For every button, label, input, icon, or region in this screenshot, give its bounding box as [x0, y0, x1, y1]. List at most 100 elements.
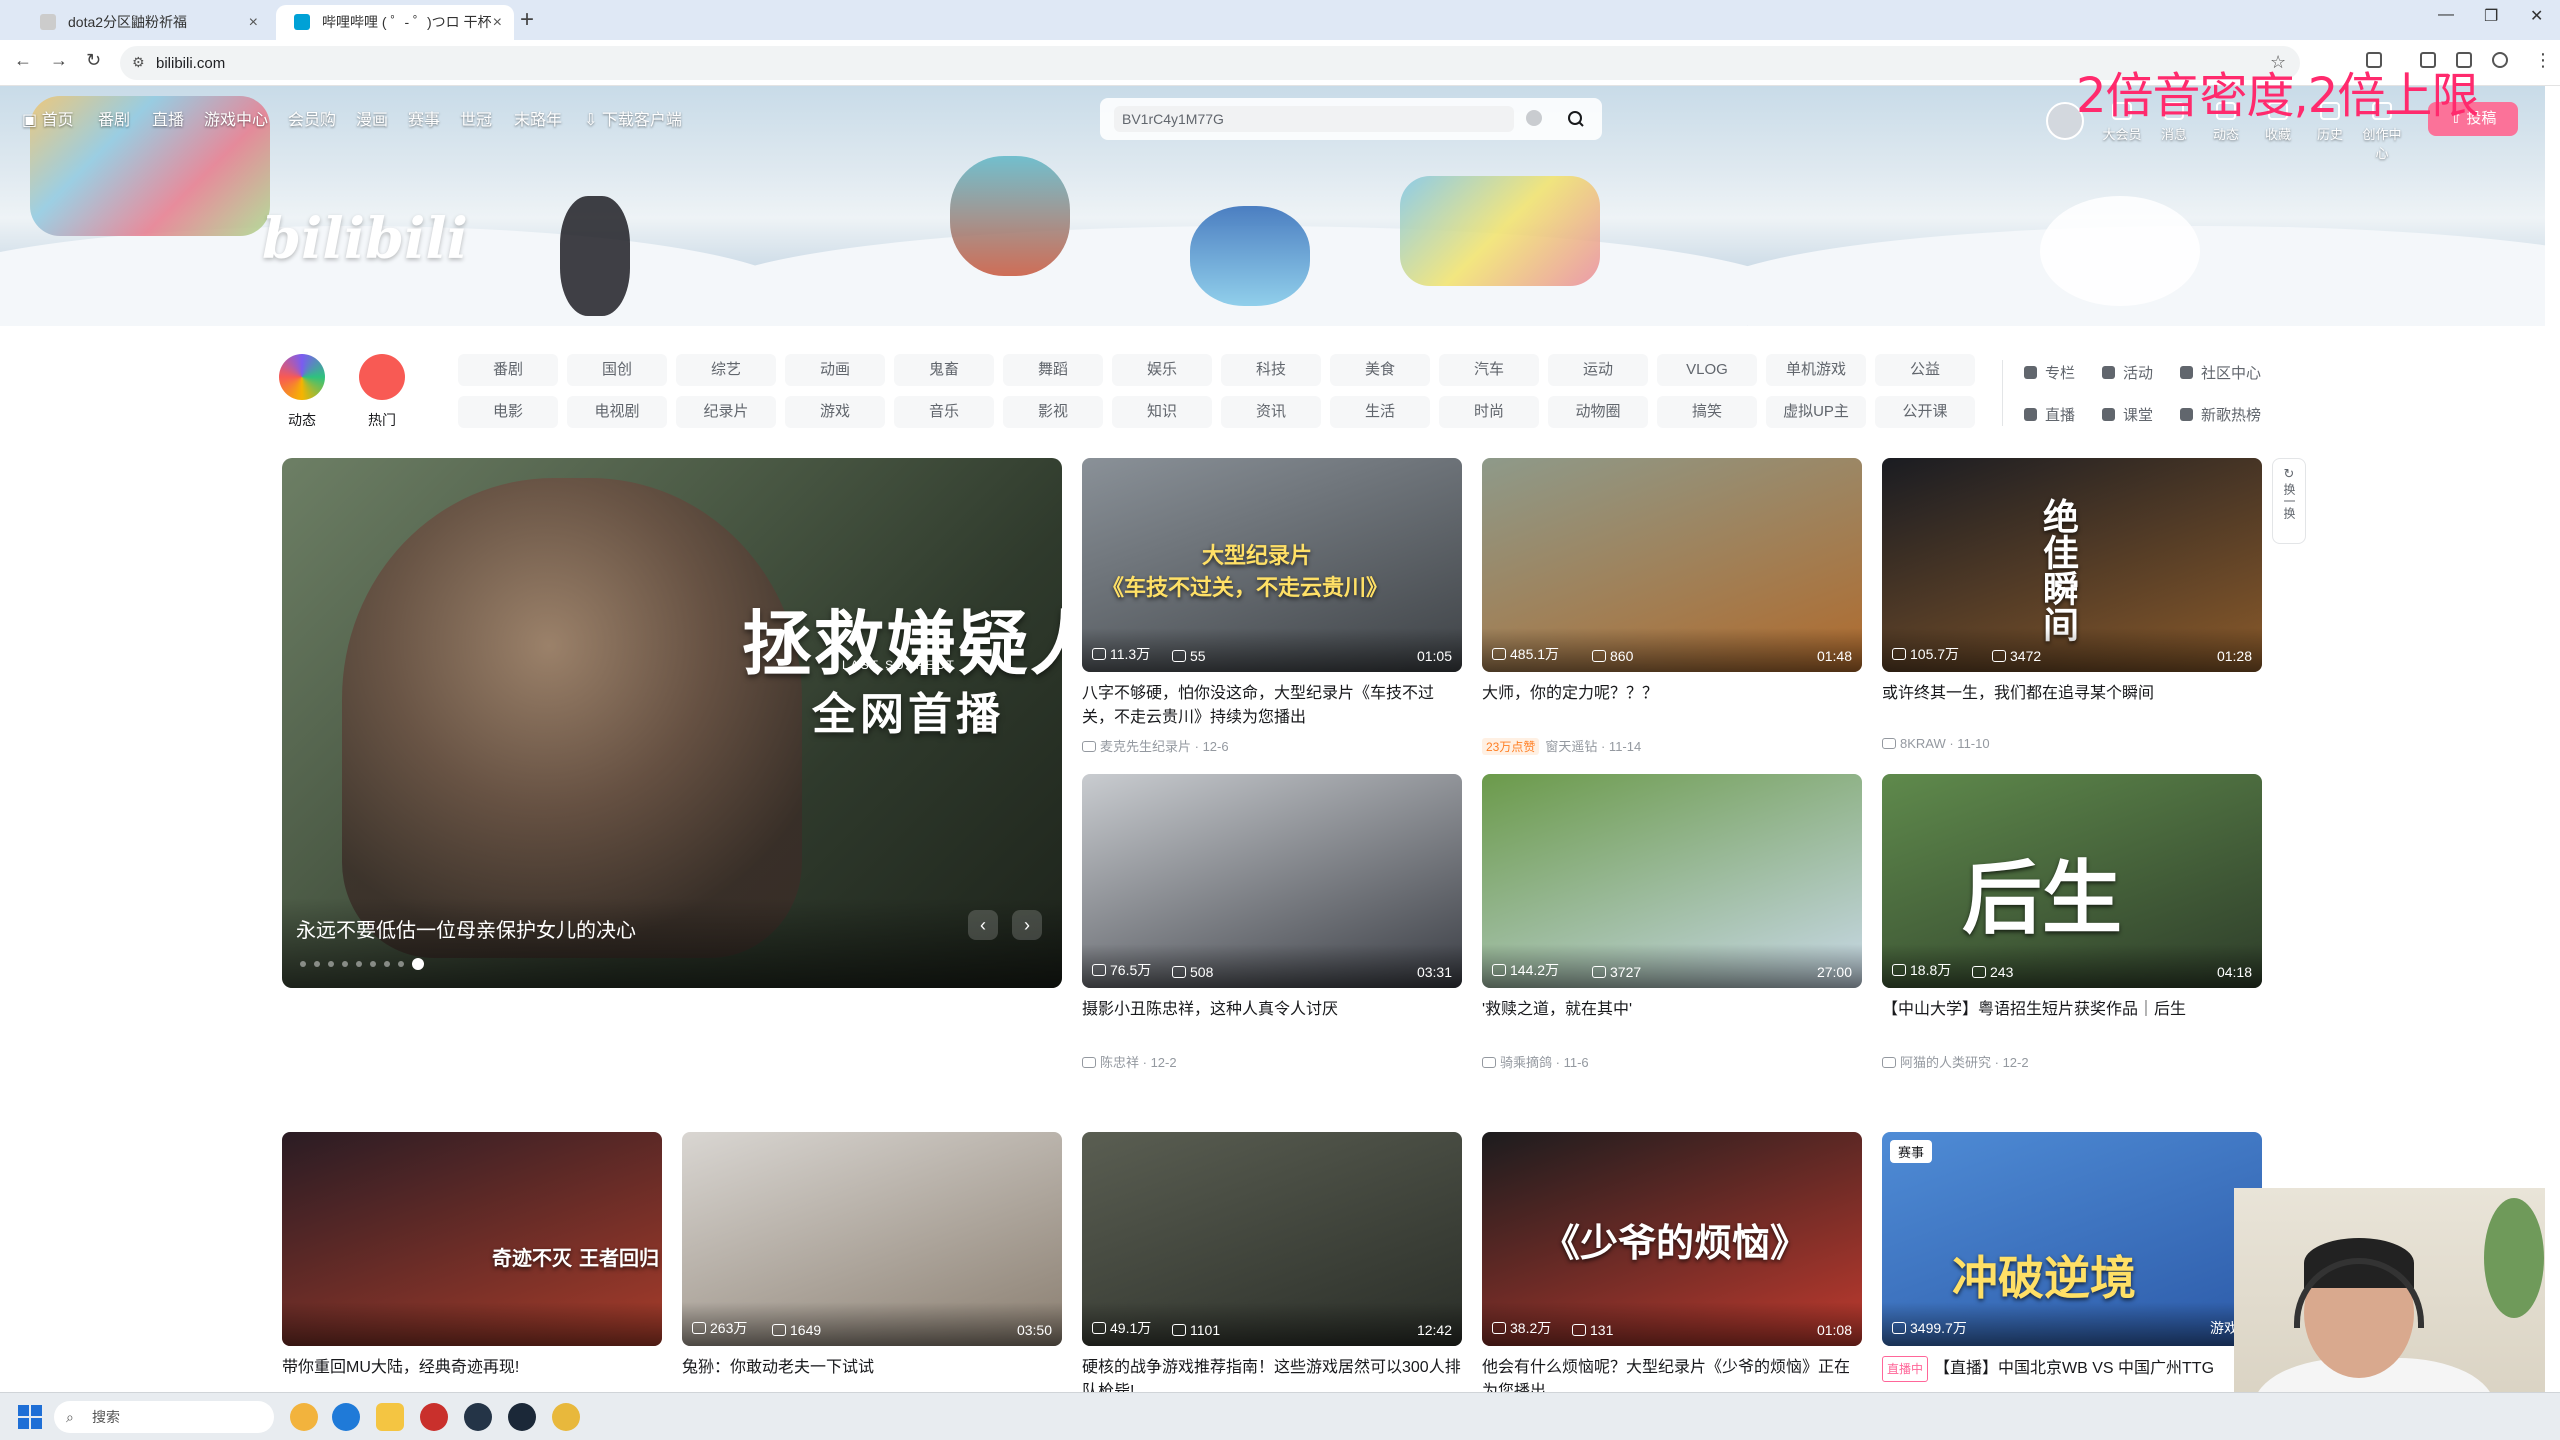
- channel-button[interactable]: 舞蹈: [1003, 354, 1103, 386]
- video-title[interactable]: 大师，你的定力呢？？？: [1482, 682, 1862, 730]
- carousel-dot[interactable]: [314, 961, 320, 967]
- channel-button[interactable]: 科技: [1221, 354, 1321, 386]
- channel-button[interactable]: 动物圈: [1548, 396, 1648, 428]
- nav-manga[interactable]: 漫画: [356, 106, 388, 130]
- nav-event[interactable]: 末路年: [514, 106, 562, 130]
- channel-column-link[interactable]: 专栏: [2024, 362, 2075, 383]
- video-card[interactable]: 76.5万 508 03:31 摄影小丑陈忠祥，这种人真令人讨厌 陈忠祥 · 12-2: [1082, 774, 1462, 1071]
- video-title[interactable]: 或许终其一生，我们都在追寻某个瞬间: [1882, 682, 2262, 730]
- app-icon[interactable]: [464, 1403, 492, 1431]
- channel-button[interactable]: 生活: [1330, 396, 1430, 428]
- video-card[interactable]: 144.2万 3727 27:00 '救赎之道，就在其中' 骑乘摘鸽 · 11-6: [1482, 774, 1862, 1071]
- channel-live-link[interactable]: 直播: [2024, 404, 2075, 425]
- channel-button[interactable]: 音乐: [894, 396, 994, 428]
- channel-new-songs-link[interactable]: 新歌热榜: [2180, 404, 2261, 425]
- video-card[interactable]: 奇迹不灭 王者回归 带你重回MU大陆，经典奇迹再现!: [282, 1132, 662, 1404]
- bilibili-logo[interactable]: bilibili: [262, 206, 468, 272]
- nav-download-client[interactable]: ⇩ 下载客户端: [584, 106, 682, 130]
- app-icon[interactable]: [552, 1403, 580, 1431]
- banner-carousel[interactable]: 拯救嫌疑人 LAST SUSPECT 全网首播 永远不要低估一位母亲保护女儿的决…: [282, 458, 1062, 988]
- search-button[interactable]: [1560, 104, 1592, 134]
- nav-home[interactable]: ▣ 首页: [22, 106, 74, 130]
- close-tab-icon[interactable]: ×: [249, 5, 258, 40]
- channel-button[interactable]: 娱乐: [1112, 354, 1212, 386]
- app-icon[interactable]: [420, 1403, 448, 1431]
- video-card[interactable]: 绝佳瞬间 105.7万 3472 01:28 或许终其一生，我们都在追寻某个瞬间 8KRA…: [1882, 458, 2262, 751]
- channel-button[interactable]: 资讯: [1221, 396, 1321, 428]
- nav-worlds[interactable]: 世冠: [460, 106, 492, 130]
- channel-button[interactable]: 动画: [785, 354, 885, 386]
- nav-live[interactable]: 直播: [152, 106, 184, 130]
- uploader-name[interactable]: 陈忠祥: [1100, 1055, 1139, 1070]
- uploader-name[interactable]: 8KRAW: [1900, 736, 1946, 751]
- video-thumbnail[interactable]: 49.1万 1101 12:42: [1082, 1132, 1462, 1346]
- url-field[interactable]: ⚙ bilibili.com ☆: [120, 46, 2300, 80]
- channel-community-link[interactable]: 社区中心: [2180, 362, 2261, 383]
- channel-button[interactable]: 国创: [567, 354, 667, 386]
- carousel-caption[interactable]: 永远不要低估一位母亲保护女儿的决心: [296, 914, 636, 943]
- channel-hot[interactable]: 热门: [354, 354, 410, 430]
- minimize-icon[interactable]: —: [2438, 6, 2454, 24]
- nav-mall[interactable]: 会员购: [288, 106, 336, 130]
- browser-tab[interactable]: dota2分区鼬粉祈福 ×: [22, 5, 270, 40]
- refresh-button[interactable]: ↻ 换一换: [2272, 458, 2306, 544]
- nav-match[interactable]: 赛事: [408, 106, 440, 130]
- video-meta[interactable]: 23万点赞 窗天遥钻 · 11-14: [1482, 736, 1862, 755]
- clear-search-icon[interactable]: [1526, 110, 1542, 126]
- video-card[interactable]: 《少爷的烦恼》 38.2万 131 01:08 他会有什么烦恼呢？大型纪录片《少爷的烦恼…: [1482, 1132, 1862, 1404]
- channel-button[interactable]: 番剧: [458, 354, 558, 386]
- uploader-name[interactable]: 麦克先生纪录片: [1100, 739, 1191, 754]
- taskbar-search[interactable]: ⌕ 搜索: [54, 1401, 274, 1433]
- video-thumbnail[interactable]: 《少爷的烦恼》 38.2万 131 01:08: [1482, 1132, 1862, 1346]
- channel-button[interactable]: VLOG: [1657, 354, 1757, 386]
- channel-button[interactable]: 汽车: [1439, 354, 1539, 386]
- channel-button[interactable]: 影视: [1003, 396, 1103, 428]
- profile-icon[interactable]: [2492, 52, 2508, 68]
- channel-button[interactable]: 电影: [458, 396, 558, 428]
- channel-classroom-link[interactable]: 课堂: [2102, 404, 2153, 425]
- channel-button[interactable]: 公开课: [1875, 396, 1975, 428]
- video-thumbnail[interactable]: 后生 18.8万 243 04:18: [1882, 774, 2262, 988]
- channel-button[interactable]: 虚拟UP主: [1766, 396, 1866, 428]
- video-meta[interactable]: 陈忠祥 · 12-2: [1082, 1052, 1462, 1071]
- video-thumbnail[interactable]: 大型纪录片 《车技不过关，不走云贵川》 11.3万 55 01:05: [1082, 458, 1462, 672]
- uploader-name[interactable]: 阿猫的人类研究: [1900, 1055, 1991, 1070]
- channel-button[interactable]: 运动: [1548, 354, 1648, 386]
- video-card[interactable]: 485.1万 860 01:48 大师，你的定力呢？？？ 23万点赞 窗天遥钻 · 11-…: [1482, 458, 1862, 755]
- video-title[interactable]: '救赎之道，就在其中': [1482, 998, 1862, 1046]
- close-window-icon[interactable]: ✕: [2530, 6, 2543, 26]
- channel-button[interactable]: 单机游戏: [1766, 354, 1866, 386]
- menu-icon[interactable]: ⋮: [2534, 50, 2552, 71]
- carousel-dot[interactable]: [384, 961, 390, 967]
- channel-button[interactable]: 纪录片: [676, 396, 776, 428]
- chrome-icon[interactable]: [290, 1403, 318, 1431]
- channel-activity-link[interactable]: 活动: [2102, 362, 2153, 383]
- channel-button[interactable]: 鬼畜: [894, 354, 994, 386]
- uploader-name[interactable]: 骑乘摘鸽: [1500, 1055, 1552, 1070]
- video-thumbnail[interactable]: 144.2万 3727 27:00: [1482, 774, 1862, 988]
- video-thumbnail[interactable]: 奇迹不灭 王者回归: [282, 1132, 662, 1346]
- back-icon[interactable]: ←: [14, 50, 32, 71]
- carousel-prev-button[interactable]: ‹: [968, 910, 998, 940]
- video-meta[interactable]: 阿猫的人类研究 · 12-2: [1882, 1052, 2262, 1071]
- edge-icon[interactable]: [332, 1403, 360, 1431]
- carousel-next-button[interactable]: ›: [1012, 910, 1042, 940]
- video-card[interactable]: 冲破逆境 赛事 3499.7万 游戏知 直播中 【直播】中国北京WB VS 中国广州TTG: [1882, 1132, 2262, 1404]
- video-card[interactable]: 后生 18.8万 243 04:18 【中山大学】粤语招生短片获奖作品｜后生 阿猫的人类研…: [1882, 774, 2262, 1071]
- video-card[interactable]: 263万 1649 03:50 兔狲：你敢动老夫一下试试: [682, 1132, 1062, 1404]
- channel-button[interactable]: 公益: [1875, 354, 1975, 386]
- video-meta[interactable]: 8KRAW · 11-10: [1882, 736, 2262, 751]
- channel-button[interactable]: 游戏: [785, 396, 885, 428]
- video-card[interactable]: 大型纪录片 《车技不过关，不走云贵川》 11.3万 55 01:05 八字不够硬，怕你没这…: [1082, 458, 1462, 755]
- site-info-icon[interactable]: ⚙: [132, 54, 145, 71]
- video-thumbnail[interactable]: 冲破逆境 赛事 3499.7万 游戏知: [1882, 1132, 2262, 1346]
- video-meta[interactable]: 骑乘摘鸽 · 11-6: [1482, 1052, 1862, 1071]
- new-tab-icon[interactable]: +: [520, 6, 534, 34]
- forward-icon[interactable]: →: [50, 50, 68, 71]
- carousel-dot[interactable]: [328, 961, 334, 967]
- video-thumbnail[interactable]: 485.1万 860 01:48: [1482, 458, 1862, 672]
- video-thumbnail[interactable]: 绝佳瞬间 105.7万 3472 01:28: [1882, 458, 2262, 672]
- channel-dynamic[interactable]: 动态: [274, 354, 330, 430]
- carousel-dot[interactable]: [412, 958, 424, 970]
- windows-start-icon[interactable]: [18, 1405, 42, 1429]
